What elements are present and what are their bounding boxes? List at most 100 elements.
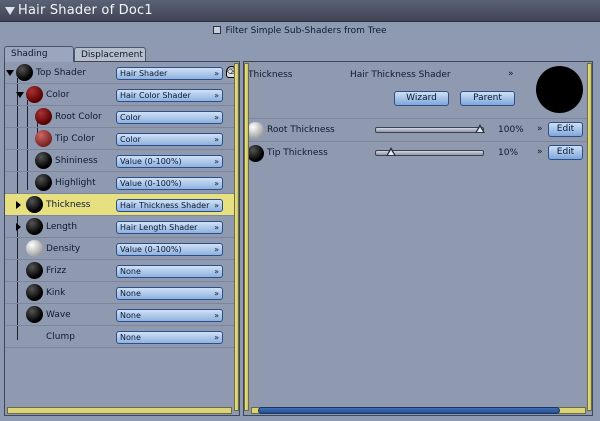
shader-select[interactable]: Color » <box>116 133 223 146</box>
chevron-down-icon: » <box>214 333 219 342</box>
tree-label: Thickness <box>46 200 91 210</box>
tree-label: Root Color <box>55 112 102 122</box>
detail-header: Thickness Hair Thickness Shader » Wizard… <box>244 62 544 118</box>
edit-button[interactable]: Edit <box>548 145 583 160</box>
parent-button[interactable]: Parent <box>460 91 515 106</box>
param-preview-icon <box>247 122 264 139</box>
tree-row-color[interactable]: Color Hair Color Shader » <box>5 84 235 106</box>
tree-row-tip-color[interactable]: Tip Color Color » <box>5 128 235 150</box>
shader-preview-icon <box>35 152 52 169</box>
param-value: 100% <box>498 125 524 135</box>
shader-preview-icon <box>16 64 33 81</box>
shader-select[interactable]: Hair Thickness Shader » <box>116 199 223 212</box>
tree-label: Length <box>46 222 78 232</box>
tab-displacement[interactable]: Displacement <box>74 47 146 61</box>
tree-row-top-shader[interactable]: Top Shader Hair Shader» ⌫ <box>5 62 237 84</box>
root-thickness-slider[interactable] <box>375 124 485 133</box>
tree-row-clump[interactable]: Clump None » <box>5 326 235 348</box>
tree-row-wave[interactable]: Wave None » <box>5 304 235 326</box>
tree-label: Shininess <box>55 156 98 166</box>
select-value: Value (0-100%) <box>120 157 182 166</box>
shader-select[interactable]: Value (0-100%) » <box>116 243 223 256</box>
tab-shading[interactable]: Shading <box>4 46 74 62</box>
param-label: Root Thickness <box>267 125 335 135</box>
detail-scroll-thumb[interactable] <box>258 407 560 414</box>
param-row-tip-thickness: Tip Thickness 10% » Edit <box>244 141 588 163</box>
tree-horizontal-scrollbar[interactable] <box>7 407 232 414</box>
tree-label: Highlight <box>55 178 96 188</box>
expand-arrow-icon[interactable] <box>6 70 14 76</box>
slider-thumb[interactable] <box>385 147 396 156</box>
tree-row-frizz[interactable]: Frizz None » <box>5 260 235 282</box>
shader-tree-panel: Top Shader Hair Shader» ⌫ Color Hair Col… <box>4 61 240 416</box>
shader-preview-icon <box>35 174 52 191</box>
shader-select[interactable]: None » <box>116 309 223 322</box>
collapsed-arrow-icon[interactable] <box>16 201 21 209</box>
chevron-down-icon: » <box>214 245 219 254</box>
tree-row-root-color[interactable]: Root Color Color » <box>5 106 235 128</box>
select-value: Color <box>120 113 141 122</box>
slider-thumb[interactable] <box>475 124 485 133</box>
shader-select[interactable]: Hair Color Shader » <box>116 89 223 102</box>
tree-row-shininess[interactable]: Shininess Value (0-100%) » <box>5 150 235 172</box>
tree-label: Wave <box>46 310 71 320</box>
shader-select[interactable]: None » <box>116 265 223 278</box>
chevron-down-icon: » <box>214 69 219 78</box>
tree-label: Density <box>46 244 81 254</box>
select-value: Hair Length Shader <box>120 223 198 232</box>
shader-preview-icon <box>26 262 43 279</box>
tree-label: Frizz <box>46 266 67 276</box>
chevron-down-icon[interactable]: » <box>508 69 514 79</box>
shader-select[interactable]: None » <box>116 331 223 344</box>
filter-checkbox[interactable] <box>213 26 222 34</box>
tree-vertical-scrollbar[interactable] <box>234 63 239 411</box>
tree-label: Kink <box>46 288 66 298</box>
chevron-down-icon: » <box>214 223 219 232</box>
edit-button[interactable]: Edit <box>548 122 583 137</box>
color-preview-icon <box>26 86 43 103</box>
filter-label: Filter Simple Sub-Shaders from Tree <box>225 26 387 36</box>
collapsed-arrow-icon[interactable] <box>16 223 21 231</box>
tree-row-kink[interactable]: Kink None » <box>5 282 235 304</box>
param-label: Tip Thickness <box>267 148 328 158</box>
tree-row-highlight[interactable]: Highlight Value (0-100%) » <box>5 172 235 194</box>
shader-select[interactable]: Hair Length Shader » <box>116 221 223 234</box>
shader-select[interactable]: Color » <box>116 111 223 124</box>
shader-preview-icon <box>26 284 43 301</box>
detail-vertical-scrollbar-right[interactable] <box>587 63 592 411</box>
chevron-down-icon[interactable]: » <box>537 124 543 134</box>
shader-detail-panel: Thickness Hair Thickness Shader » Wizard… <box>243 61 593 416</box>
expand-arrow-icon[interactable] <box>16 92 24 98</box>
detail-name: Thickness <box>248 70 293 80</box>
collapse-triangle-icon[interactable] <box>5 7 15 15</box>
shader-select[interactable]: Value (0-100%) » <box>116 155 223 168</box>
tree-label: Color <box>46 90 70 100</box>
detail-vertical-scrollbar[interactable] <box>244 63 249 411</box>
color-preview-icon <box>35 108 52 125</box>
tree-row-thickness[interactable]: Thickness Hair Thickness Shader » <box>5 194 235 216</box>
shader-select[interactable]: None » <box>116 287 223 300</box>
select-value: Color <box>120 135 141 144</box>
wizard-button[interactable]: Wizard <box>394 91 449 106</box>
tree-row-density[interactable]: Density Value (0-100%) » <box>5 238 235 260</box>
chevron-down-icon: » <box>214 157 219 166</box>
shader-select[interactable]: Value (0-100%) » <box>116 177 223 190</box>
select-value: None <box>120 267 141 276</box>
select-value: Hair Color Shader <box>120 91 191 100</box>
filter-row[interactable]: Filter Simple Sub-Shaders from Tree <box>0 26 600 36</box>
chevron-down-icon: » <box>214 311 219 320</box>
chevron-down-icon: » <box>214 267 219 276</box>
shader-preview-swatch <box>536 66 583 113</box>
select-value: None <box>120 289 141 298</box>
chevron-down-icon: » <box>214 289 219 298</box>
select-value: None <box>120 333 141 342</box>
select-value: Value (0-100%) <box>120 245 182 254</box>
shader-select[interactable]: Hair Shader » <box>116 67 223 80</box>
select-value: Hair Thickness Shader <box>120 201 210 210</box>
tree-row-length[interactable]: Length Hair Length Shader » <box>5 216 235 238</box>
chevron-down-icon: » <box>214 91 219 100</box>
color-preview-icon <box>35 130 52 147</box>
tip-thickness-slider[interactable] <box>375 147 484 156</box>
chevron-down-icon[interactable]: » <box>537 147 543 157</box>
shader-preview-icon <box>26 196 43 213</box>
